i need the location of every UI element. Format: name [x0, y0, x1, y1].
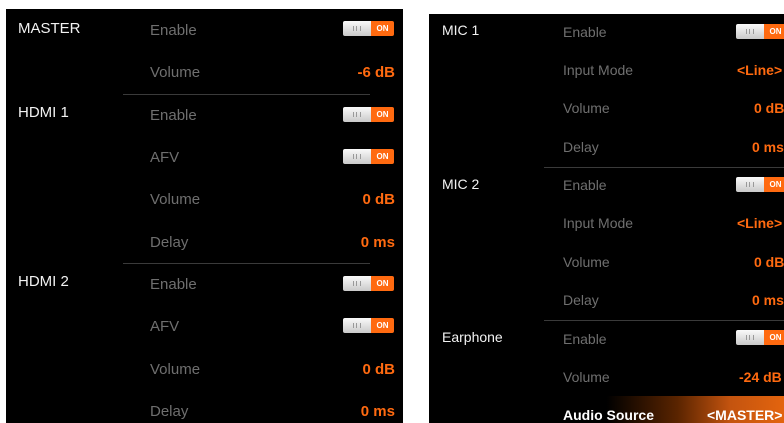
hdmi2-afv-toggle[interactable]: ON [343, 318, 394, 333]
grip-icon [746, 29, 754, 34]
right-audio-panel: MIC 1 Enable ON Input Mode <Line> Volume… [429, 14, 784, 423]
section-title-hdmi1: HDMI 1 [18, 104, 69, 121]
mic2-enable-label: Enable [563, 177, 607, 193]
hdmi2-delay-label: Delay [150, 403, 189, 420]
mic2-delay-value[interactable]: 0 ms [752, 292, 784, 308]
mic2-input-mode-label: Input Mode [563, 215, 634, 231]
master-enable-toggle[interactable]: ON [343, 21, 394, 36]
toggle-state: ON [371, 107, 394, 122]
hdmi2-volume-label: Volume [150, 361, 201, 378]
master-enable-label: Enable [150, 22, 197, 39]
mic1-enable-label: Enable [563, 24, 607, 40]
earphone-audio-source-value[interactable]: <MASTER> [707, 407, 782, 423]
hdmi1-afv-label: AFV [150, 149, 180, 166]
mic2-delay-label: Delay [563, 292, 599, 308]
toggle-knob [343, 318, 371, 333]
mic1-enable-toggle[interactable]: ON [736, 24, 784, 39]
toggle-knob [736, 330, 764, 345]
earphone-volume-value[interactable]: -24 dB [739, 369, 782, 385]
earphone-enable-label: Enable [563, 331, 607, 347]
mic1-input-mode-value[interactable]: <Line> [737, 62, 782, 78]
toggle-knob [736, 177, 764, 192]
toggle-state: ON [371, 318, 394, 333]
grip-icon [746, 335, 754, 340]
toggle-state: ON [764, 330, 784, 345]
section-divider [123, 263, 370, 264]
toggle-state: ON [371, 276, 394, 291]
grip-icon [353, 112, 361, 117]
hdmi2-enable-toggle[interactable]: ON [343, 276, 394, 291]
mic1-delay-value[interactable]: 0 ms [752, 139, 784, 155]
toggle-state: ON [371, 149, 394, 164]
section-divider [544, 320, 784, 321]
section-divider [544, 167, 784, 168]
hdmi1-delay-value[interactable]: 0 ms [361, 234, 395, 251]
section-title-earphone: Earphone [442, 329, 503, 345]
grip-icon [353, 154, 361, 159]
toggle-knob [343, 107, 371, 122]
earphone-audio-source-label[interactable]: Audio Source [563, 407, 654, 423]
hdmi1-volume-label: Volume [150, 191, 201, 208]
toggle-state: ON [764, 177, 784, 192]
mic2-volume-value[interactable]: 0 dB [754, 254, 784, 270]
toggle-knob [736, 24, 764, 39]
earphone-volume-label: Volume [563, 369, 610, 385]
hdmi1-volume-value[interactable]: 0 dB [362, 191, 395, 208]
hdmi2-afv-label: AFV [150, 318, 180, 335]
section-divider [123, 94, 370, 95]
mic1-volume-label: Volume [563, 100, 610, 116]
master-volume-label: Volume [150, 64, 201, 81]
mic1-delay-label: Delay [563, 139, 599, 155]
mic2-enable-toggle[interactable]: ON [736, 177, 784, 192]
section-title-hdmi2: HDMI 2 [18, 273, 69, 290]
mic1-input-mode-label: Input Mode [563, 62, 634, 78]
master-volume-value[interactable]: -6 dB [358, 64, 396, 81]
hdmi1-afv-toggle[interactable]: ON [343, 149, 394, 164]
left-audio-panel: MASTER Enable ON Volume -6 dB HDMI 1 Ena… [6, 9, 403, 423]
earphone-enable-toggle[interactable]: ON [736, 330, 784, 345]
mic2-volume-label: Volume [563, 254, 610, 270]
section-title-master: MASTER [18, 20, 81, 37]
hdmi2-delay-value[interactable]: 0 ms [361, 403, 395, 420]
hdmi2-volume-value[interactable]: 0 dB [362, 361, 395, 378]
hdmi1-enable-toggle[interactable]: ON [343, 107, 394, 122]
section-title-mic2: MIC 2 [442, 176, 480, 192]
grip-icon [746, 182, 754, 187]
toggle-knob [343, 21, 371, 36]
mic2-input-mode-value[interactable]: <Line> [737, 215, 782, 231]
hdmi2-enable-label: Enable [150, 276, 197, 293]
hdmi1-enable-label: Enable [150, 107, 197, 124]
toggle-knob [343, 276, 371, 291]
grip-icon [353, 26, 361, 31]
toggle-knob [343, 149, 371, 164]
grip-icon [353, 323, 361, 328]
mic1-volume-value[interactable]: 0 dB [754, 100, 784, 116]
grip-icon [353, 281, 361, 286]
toggle-state: ON [764, 24, 784, 39]
toggle-state: ON [371, 21, 394, 36]
hdmi1-delay-label: Delay [150, 234, 189, 251]
section-title-mic1: MIC 1 [442, 22, 480, 38]
